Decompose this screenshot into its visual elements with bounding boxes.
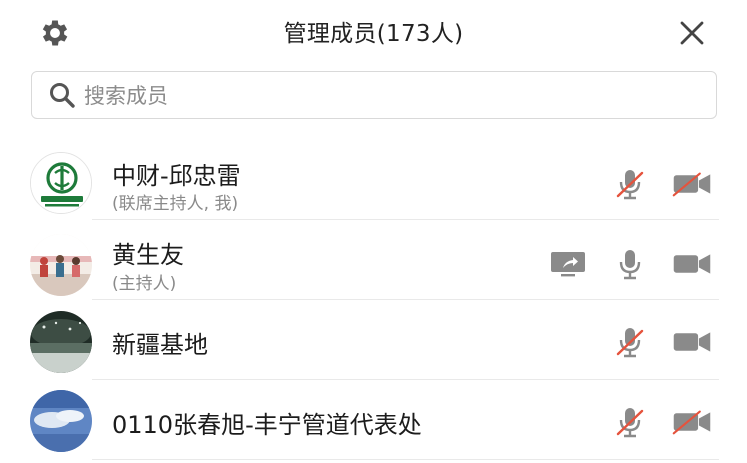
search-icon <box>48 80 78 110</box>
member-role: (主持人) <box>112 274 177 294</box>
camera-icon <box>673 332 711 352</box>
member-role: (联席主持人, 我) <box>112 194 239 214</box>
member-row[interactable]: 中财-邱忠雷 (联席主持人, 我) <box>0 140 747 220</box>
close-button[interactable] <box>672 13 712 53</box>
mic-toggle[interactable] <box>610 246 650 282</box>
camera-off-icon <box>672 410 711 435</box>
mic-muted-icon <box>616 170 644 200</box>
camera-toggle[interactable] <box>672 166 712 202</box>
mic-muted-icon <box>616 328 644 358</box>
row-divider <box>92 459 719 460</box>
mic-toggle[interactable] <box>610 166 650 202</box>
avatar <box>30 152 92 214</box>
member-name: 0110张春旭-丰宁管道代表处 <box>112 411 422 439</box>
screen-share-icon <box>551 252 585 277</box>
avatar <box>30 390 92 452</box>
camera-toggle[interactable] <box>672 246 712 282</box>
camera-toggle[interactable] <box>672 404 712 440</box>
page-title: 管理成员(173人) <box>283 21 464 47</box>
camera-toggle[interactable] <box>672 324 712 360</box>
people-photo-icon <box>30 234 92 296</box>
header: 管理成员(173人) <box>0 0 747 64</box>
mic-toggle[interactable] <box>610 404 650 440</box>
zhongcai-logo-icon <box>31 153 91 213</box>
member-row[interactable]: 黄生友 (主持人) <box>0 220 747 300</box>
member-row[interactable]: 新疆基地 <box>0 300 747 380</box>
avatar <box>30 234 92 296</box>
screen-share-indicator[interactable] <box>548 246 588 282</box>
sky-photo-icon <box>30 390 92 452</box>
camera-icon <box>673 254 711 274</box>
member-name: 中财-邱忠雷 <box>112 162 241 190</box>
mic-toggle[interactable] <box>610 324 650 360</box>
member-name: 黄生友 <box>112 241 184 269</box>
camera-off-icon <box>672 172 711 197</box>
member-name: 新疆基地 <box>112 331 208 359</box>
close-icon <box>680 21 704 45</box>
search-placeholder: 搜索成员 <box>84 84 168 108</box>
mic-icon <box>619 250 641 280</box>
member-row[interactable]: 0110张春旭-丰宁管道代表处 <box>0 380 747 460</box>
mic-muted-icon <box>616 408 644 438</box>
landscape-photo-icon <box>30 311 92 373</box>
avatar <box>30 311 92 373</box>
search-input[interactable]: 搜索成员 <box>31 71 717 119</box>
